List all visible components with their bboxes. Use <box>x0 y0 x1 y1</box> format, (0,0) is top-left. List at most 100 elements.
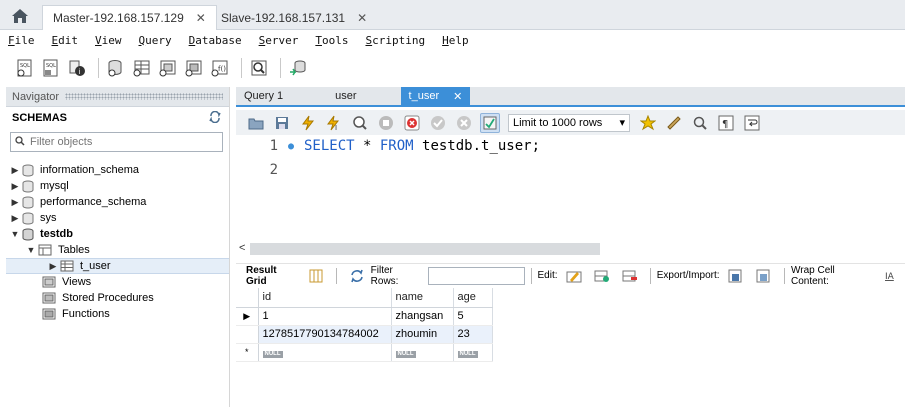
menu-edit[interactable]: Edit <box>52 34 79 47</box>
search-table-data-icon[interactable] <box>248 57 270 79</box>
schema-item-sys[interactable]: ▶ sys <box>6 210 229 226</box>
menu-scripting[interactable]: Scripting <box>365 34 425 47</box>
home-icon[interactable] <box>8 6 32 26</box>
sql-editor[interactable]: 1 ● SELECT * FROM testdb.t_user; 2 <box>236 135 905 241</box>
insert-row-icon[interactable] <box>592 267 612 285</box>
tree-item-tables[interactable]: ▼ Tables <box>6 242 229 258</box>
schema-item-performance-schema[interactable]: ▶ performance_schema <box>6 194 229 210</box>
table-cell[interactable]: 1278517790134784002 <box>258 325 392 344</box>
toggle-error-icon[interactable] <box>402 113 422 133</box>
save-icon[interactable] <box>272 113 292 133</box>
column-header[interactable]: name <box>391 288 454 308</box>
invisible-chars-icon[interactable]: ¶ <box>716 113 736 133</box>
tree-item-functions[interactable]: Functions <box>6 306 229 322</box>
explain-icon[interactable] <box>350 113 370 133</box>
scroll-left-icon[interactable]: < <box>239 242 245 254</box>
table-cell[interactable]: zhoumin <box>391 325 454 344</box>
expand-arrow-icon[interactable]: ▶ <box>10 197 20 208</box>
connection-tab-master[interactable]: Master-192.168.157.129 ✕ <box>42 5 217 30</box>
refresh-icon[interactable] <box>209 110 221 126</box>
limit-rows-select[interactable]: Limit to 1000 rows ▾ <box>508 113 630 132</box>
tree-item-stored-procedures[interactable]: Stored Procedures <box>6 290 229 306</box>
close-icon[interactable]: ✕ <box>357 11 367 25</box>
table-row[interactable]: ▶ 1 zhangsan 5 <box>236 307 493 326</box>
add-to-snippets-icon[interactable] <box>638 113 658 133</box>
execute-current-icon[interactable]: I <box>324 113 344 133</box>
collapse-arrow-icon[interactable]: ▼ <box>26 245 36 255</box>
filter-rows-input[interactable] <box>427 266 525 285</box>
create-view-icon[interactable] <box>157 57 179 79</box>
tab-user[interactable]: user <box>327 87 364 105</box>
tree-item-table-t-user[interactable]: ▶ t_user <box>6 258 229 274</box>
create-schema-icon[interactable] <box>105 57 127 79</box>
expand-arrow-icon[interactable]: ▶ <box>48 261 58 272</box>
rollback-icon[interactable] <box>454 113 474 133</box>
beautify-icon[interactable] <box>664 113 684 133</box>
scrollbar-thumb[interactable] <box>250 243 600 255</box>
wrap-cell-icon[interactable]: IA <box>881 267 901 285</box>
table-cell[interactable]: zhangsan <box>391 307 454 326</box>
filter-objects-input[interactable] <box>30 136 210 148</box>
word-wrap-icon[interactable] <box>742 113 762 133</box>
find-icon[interactable] <box>690 113 710 133</box>
import-icon[interactable] <box>754 267 774 285</box>
code-text: testdb.t_user; <box>413 138 541 154</box>
tab-query-1[interactable]: Query 1 <box>236 87 291 105</box>
create-table-icon[interactable] <box>131 57 153 79</box>
filter-rows-label: Filter Rows: <box>370 264 399 287</box>
expand-arrow-icon[interactable]: ▶ <box>10 213 20 224</box>
table-cell[interactable]: NULL <box>258 343 392 362</box>
close-icon[interactable]: ✕ <box>453 90 462 103</box>
menu-view[interactable]: View <box>95 34 122 47</box>
new-row[interactable]: * NULL NULL NULL <box>236 343 493 362</box>
tab-label: user <box>335 90 357 102</box>
menu-tools[interactable]: Tools <box>315 34 348 47</box>
schema-item-testdb[interactable]: ▼ testdb <box>6 226 229 242</box>
menu-database[interactable]: Database <box>189 34 242 47</box>
table-cell[interactable]: NULL <box>391 343 454 362</box>
commit-icon[interactable] <box>428 113 448 133</box>
result-grid-label[interactable]: Result Grid <box>246 265 299 287</box>
menu-help[interactable]: Help <box>442 34 469 47</box>
create-function-icon[interactable]: f() <box>209 57 231 79</box>
stop-icon[interactable] <box>376 113 396 133</box>
filter-objects-field[interactable] <box>10 132 223 152</box>
connection-tab-slave[interactable]: Slave-192.168.157.131 ✕ <box>210 5 378 30</box>
horizontal-scrollbar[interactable]: < <box>236 242 905 256</box>
close-icon[interactable]: ✕ <box>196 11 206 25</box>
column-header[interactable]: age <box>453 288 493 308</box>
tree-item-views[interactable]: Views <box>6 274 229 290</box>
inspector-icon[interactable]: i <box>66 57 88 79</box>
drag-grip[interactable] <box>65 93 223 100</box>
menu-file[interactable]: File <box>8 34 35 47</box>
grid-icon[interactable] <box>306 267 326 285</box>
export-icon[interactable] <box>727 267 747 285</box>
schema-item-mysql[interactable]: ▶ mysql <box>6 178 229 194</box>
edit-row-icon[interactable] <box>565 267 585 285</box>
refresh-icon[interactable] <box>347 267 367 285</box>
column-header[interactable]: id <box>258 288 392 308</box>
tab-t-user[interactable]: t_user ✕ <box>400 87 471 105</box>
search-icon <box>15 135 25 149</box>
schema-item-information-schema[interactable]: ▶ information_schema <box>6 162 229 178</box>
expand-arrow-icon[interactable]: ▶ <box>10 181 20 192</box>
reconnect-icon[interactable] <box>287 57 309 79</box>
table-cell[interactable]: 5 <box>453 307 493 326</box>
open-sql-script-icon[interactable]: SQL <box>40 57 62 79</box>
new-sql-tab-icon[interactable]: SQL <box>14 57 36 79</box>
table-cell[interactable]: 23 <box>453 325 493 344</box>
execute-icon[interactable] <box>298 113 318 133</box>
menu-query[interactable]: Query <box>139 34 172 47</box>
delete-row-icon[interactable] <box>620 267 640 285</box>
autocommit-toggle-icon[interactable] <box>480 112 500 133</box>
table-cell[interactable]: 1 <box>258 307 392 326</box>
menu-server[interactable]: Server <box>259 34 299 47</box>
table-cell[interactable]: NULL <box>453 343 493 362</box>
expand-arrow-icon[interactable]: ▶ <box>10 165 20 176</box>
collapse-arrow-icon[interactable]: ▼ <box>10 229 20 239</box>
main-toolbar: SQL SQL i f() <box>0 53 905 83</box>
table-row[interactable]: 1278517790134784002 zhoumin 23 <box>236 325 493 344</box>
schema-name: mysql <box>40 180 69 192</box>
create-procedure-icon[interactable] <box>183 57 205 79</box>
open-file-icon[interactable] <box>246 113 266 133</box>
